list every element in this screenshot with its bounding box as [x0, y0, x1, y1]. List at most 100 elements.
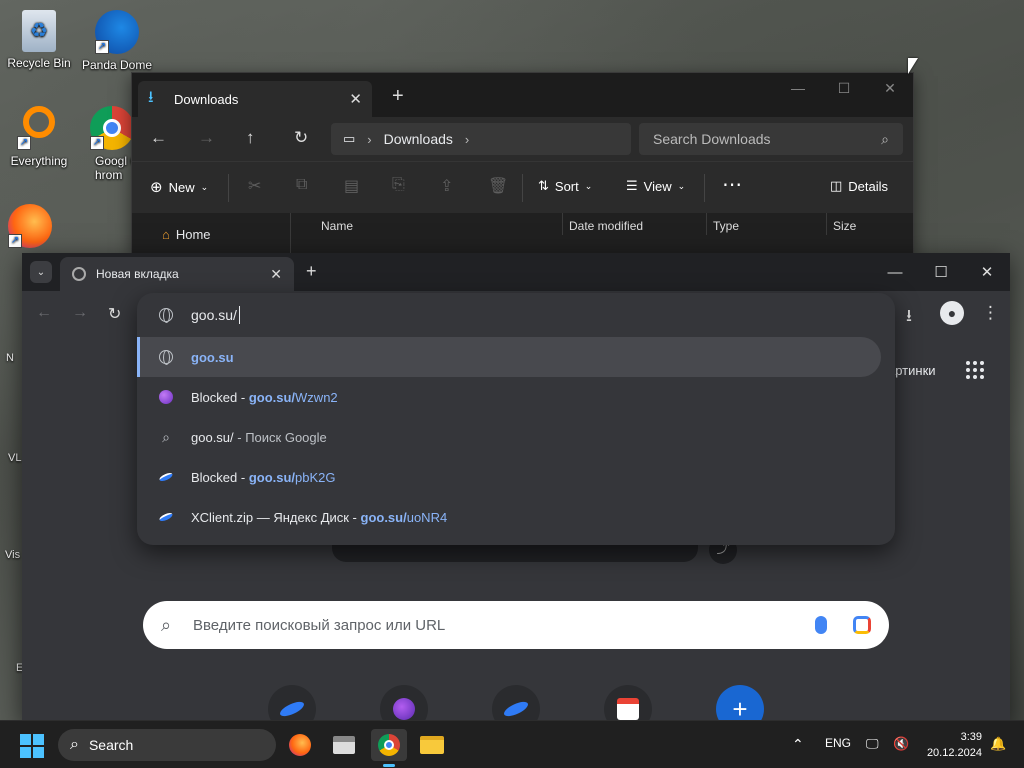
language-indicator[interactable]: ENG [825, 736, 851, 750]
rename-icon[interactable]: ⎘ [392, 176, 405, 194]
close-icon[interactable]: ✕ [349, 90, 362, 108]
chrome-icon [378, 734, 400, 756]
firefox-icon [289, 734, 311, 756]
share-icon[interactable]: ⇪ [440, 176, 453, 196]
explorer-titlebar[interactable]: ⭳ Downloads ✕ + — ☐ ✕ [132, 73, 913, 117]
breadcrumb-downloads[interactable]: Downloads [384, 131, 453, 147]
new-button[interactable]: ⊕ New ⌄ [150, 178, 208, 196]
search-input[interactable]: Search Downloads ⌕ [639, 123, 903, 155]
chevron-up-icon[interactable]: ⌃ [792, 736, 804, 753]
cut-icon[interactable]: ✂ [248, 176, 261, 196]
column-header-size[interactable]: Size [833, 219, 856, 233]
plus-circle-icon: ⊕ [150, 179, 163, 196]
images-link[interactable]: артинки [888, 363, 936, 378]
close-window-button[interactable]: ✕ [964, 253, 1010, 291]
forward-arrow-icon[interactable]: → [72, 304, 88, 322]
taskbar-app-firefox[interactable] [282, 729, 318, 761]
download-icon[interactable]: ⭳ [906, 303, 912, 332]
microphone-icon[interactable] [815, 616, 827, 634]
omnibox-suggestion[interactable]: Blocked - goo.su/ Wzwn2 [137, 377, 881, 417]
forward-arrow-icon[interactable]: → [198, 128, 215, 148]
copy-icon[interactable]: ⧉ [296, 176, 307, 194]
paste-icon[interactable]: ▤ [344, 176, 359, 196]
desktop-icon-firefox[interactable]: ↗ [0, 204, 60, 252]
taskbar-app-box[interactable] [326, 729, 362, 761]
profile-avatar-icon[interactable]: ● [940, 301, 964, 325]
desktop-icon-everything[interactable]: ↗ Everything [1, 106, 77, 168]
new-tab-button[interactable]: + [392, 85, 404, 108]
desktop-icon-recycle-bin[interactable]: ♻ Recycle Bin [1, 10, 77, 70]
minimize-button[interactable]: — [872, 253, 918, 291]
column-header-name[interactable]: Name [321, 219, 353, 233]
omnibox-suggestion[interactable]: ⌕ goo.su/ - Поиск Google [137, 417, 881, 457]
column-header-type[interactable]: Type [713, 219, 739, 233]
omnibox-suggestion[interactable]: XClient.zip — Яндекс Диск - goo.su/ uoNR… [137, 497, 881, 537]
desktop-edge-label: N [6, 352, 14, 364]
sort-button[interactable]: ⇅ Sort ⌄ [538, 178, 592, 194]
taskbar-app-chrome[interactable] [371, 729, 407, 761]
column-header-date-modified[interactable]: Date modified [569, 219, 643, 233]
shortcut-arrow-icon: ↗ [17, 136, 31, 150]
purple-site-icon [393, 698, 415, 720]
taskbar-app-file-explorer[interactable] [414, 729, 450, 761]
volume-muted-icon[interactable]: 🔇 [893, 736, 909, 752]
address-bar[interactable]: ▭ › Downloads › [331, 123, 631, 155]
nav-pane-home[interactable]: ⌂ Home [162, 227, 211, 242]
globe-icon [159, 349, 173, 365]
maximize-button[interactable]: ☐ [918, 253, 964, 291]
google-apps-icon[interactable] [966, 361, 984, 379]
active-app-indicator [383, 764, 395, 767]
delete-icon[interactable]: 🗑 [488, 176, 508, 196]
close-window-button[interactable]: ✕ [867, 73, 913, 103]
tab-search-button[interactable]: ⌄ [30, 261, 52, 283]
file-list-header: ⌂ Home Name Date modified Type Size [132, 213, 913, 255]
menu-kebab-icon[interactable]: ⋮ [982, 303, 999, 323]
refresh-icon[interactable]: ↻ [294, 128, 308, 148]
view-button[interactable]: ☰ View ⌄ [626, 178, 685, 194]
network-icon[interactable]: 🖵 [866, 736, 879, 752]
divider [228, 174, 229, 202]
divider [522, 174, 523, 202]
desktop-icon-label: Everything [10, 154, 68, 168]
taskbar-search[interactable]: ⌕ Search [58, 729, 276, 761]
up-arrow-icon[interactable]: ↑ [246, 128, 255, 148]
google-lens-icon[interactable] [853, 616, 871, 634]
chevron-down-icon: ⌄ [677, 180, 686, 191]
chrome-titlebar[interactable]: ⌄ Новая вкладка ✕ + — ☐ ✕ [22, 253, 1010, 291]
close-icon[interactable]: ✕ [270, 266, 282, 283]
details-button[interactable]: ◫ Details [830, 178, 888, 194]
suggestion-rest: Wzwn2 [295, 389, 338, 405]
desktop-icon-label: Panda Dome [81, 58, 153, 72]
everything-icon: ↗ [17, 106, 61, 150]
chrome-tab-new-tab[interactable]: Новая вкладка ✕ [60, 257, 294, 291]
reload-icon[interactable]: ↻ [108, 304, 121, 324]
divider [706, 213, 707, 235]
start-button[interactable] [20, 734, 44, 758]
divider [290, 213, 291, 255]
desktop-icon-panda-dome[interactable]: ↗ Panda Dome [79, 10, 155, 72]
back-arrow-icon[interactable]: ← [36, 304, 52, 322]
back-arrow-icon[interactable]: ← [150, 128, 167, 148]
omnibox-suggestion[interactable]: Blocked - goo.su/ pbK2G [137, 457, 881, 497]
explorer-tab-downloads[interactable]: ⭳ Downloads ✕ [138, 81, 372, 117]
divider [562, 213, 563, 235]
minimize-button[interactable]: — [775, 73, 821, 103]
sort-button-label: Sort [554, 178, 579, 194]
chevron-right-icon[interactable]: › [465, 132, 469, 147]
new-tab-button[interactable]: + [306, 261, 317, 282]
omnibox-suggestion[interactable]: goo.su [137, 337, 881, 377]
file-explorer-window[interactable]: ⭳ Downloads ✕ + — ☐ ✕ ← → ↑ ↻ ▭ › Downlo… [131, 72, 914, 256]
more-options-icon[interactable]: ⋯ [722, 172, 742, 197]
taskbar-search-label: Search [88, 737, 134, 753]
system-clock[interactable]: 3:39 20.12.2024 [920, 729, 982, 761]
desktop-edge-label: VL [8, 452, 22, 464]
nav-pane-home-label: Home [175, 227, 211, 242]
omnibox-input[interactable]: goo.su/ [137, 293, 895, 337]
maximize-button[interactable]: ☐ [821, 73, 867, 103]
ntp-search-box[interactable]: ⌕ Введите поисковый запрос или URL [143, 601, 889, 649]
shortcut-arrow-icon: ↗ [95, 40, 109, 54]
clock-time: 3:39 [960, 731, 982, 743]
divider [704, 174, 705, 202]
mouse-cursor-icon [908, 58, 918, 74]
notification-bell-icon[interactable]: 🔔 [990, 736, 1006, 752]
